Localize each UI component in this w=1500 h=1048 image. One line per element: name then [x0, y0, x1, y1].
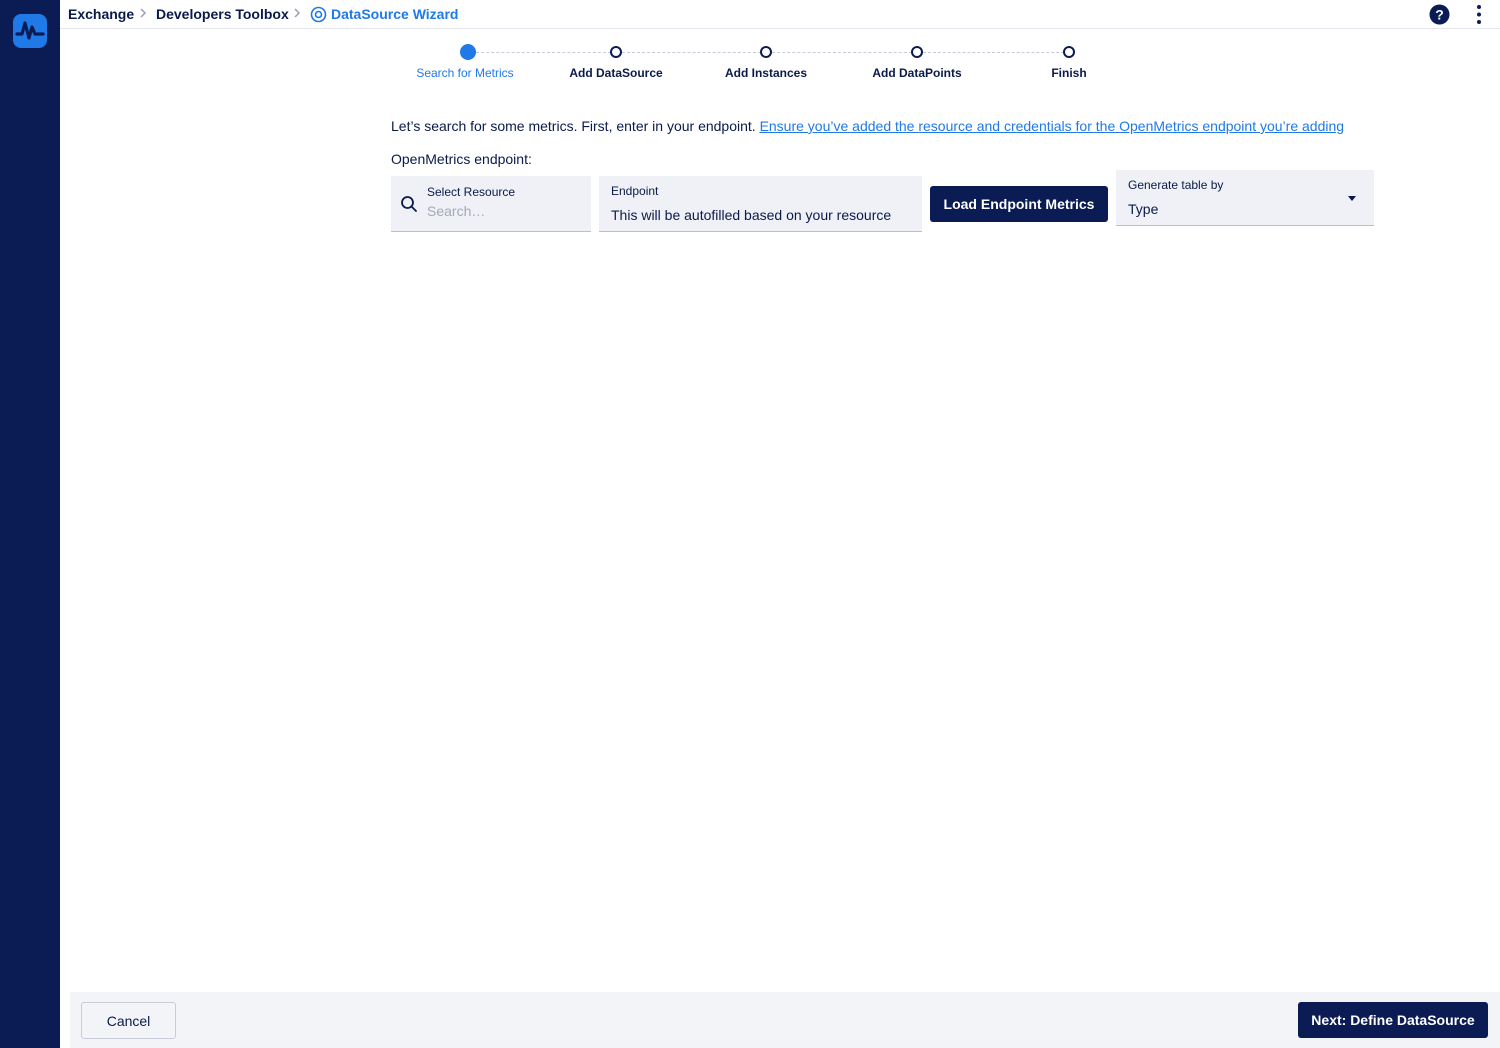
select-resource-label: Select Resource: [427, 185, 516, 199]
breadcrumb-exchange[interactable]: Exchange: [68, 6, 134, 22]
logicmonitor-logo-icon[interactable]: [13, 14, 47, 48]
more-vertical-icon[interactable]: [1474, 4, 1484, 25]
generate-table-by-select[interactable]: Generate table by Type: [1116, 170, 1374, 226]
step-label-search-for-metrics[interactable]: Search for Metrics: [416, 66, 513, 80]
credentials-help-link[interactable]: Ensure you’ve added the resource and cre…: [760, 118, 1344, 134]
step-label-add-datapoints[interactable]: Add DataPoints: [872, 66, 961, 80]
step-label-finish[interactable]: Finish: [1051, 66, 1086, 80]
wizard-stepper: Search for Metrics Add DataSource Add In…: [60, 29, 1500, 91]
svg-text:?: ?: [1435, 7, 1444, 23]
chevron-right-icon: [294, 8, 301, 18]
endpoint-label: Endpoint: [611, 184, 659, 198]
select-resource-field[interactable]: Select Resource: [391, 176, 591, 232]
step-1-indicator[interactable]: [460, 44, 476, 60]
help-icon[interactable]: ?: [1429, 4, 1450, 25]
endpoint-value: This will be autofilled based on your re…: [611, 207, 892, 223]
target-icon: [310, 6, 327, 23]
breadcrumb-developers-toolbox[interactable]: Developers Toolbox: [156, 6, 289, 22]
step-connector: [622, 52, 766, 53]
step-4-indicator[interactable]: [911, 46, 923, 58]
left-nav-rail: [0, 0, 60, 1048]
step-2-indicator[interactable]: [610, 46, 622, 58]
step-3-indicator[interactable]: [760, 46, 772, 58]
top-bar: Exchange Developers Toolbox DataSource W…: [60, 0, 1500, 29]
generate-table-by-label: Generate table by: [1128, 178, 1224, 192]
next-define-datasource-button[interactable]: Next: Define DataSource: [1298, 1002, 1488, 1038]
intro-sentence: Let’s search for some metrics. First, en…: [391, 118, 756, 134]
caret-down-icon[interactable]: [1348, 196, 1356, 201]
step-connector: [772, 52, 917, 53]
step-5-indicator[interactable]: [1063, 46, 1075, 58]
step-connector: [476, 52, 616, 53]
chevron-right-icon: [140, 8, 147, 18]
resource-search-input[interactable]: [427, 202, 577, 220]
cancel-button[interactable]: Cancel: [81, 1002, 176, 1039]
generate-table-by-value: Type: [1128, 201, 1159, 217]
step-connector: [923, 52, 1069, 53]
step-label-add-datasource[interactable]: Add DataSource: [569, 66, 662, 80]
intro-text: Let’s search for some metrics. First, en…: [391, 118, 1344, 134]
search-icon: [401, 196, 417, 212]
endpoint-field[interactable]: Endpoint This will be autofilled based o…: [599, 176, 922, 232]
wizard-footer: Cancel Next: Define DataSource: [70, 992, 1500, 1048]
step-label-add-instances[interactable]: Add Instances: [725, 66, 807, 80]
breadcrumb-current-datasource-wizard: DataSource Wizard: [331, 6, 459, 22]
load-endpoint-metrics-button[interactable]: Load Endpoint Metrics: [930, 186, 1108, 222]
endpoint-section-label: OpenMetrics endpoint:: [391, 151, 532, 167]
